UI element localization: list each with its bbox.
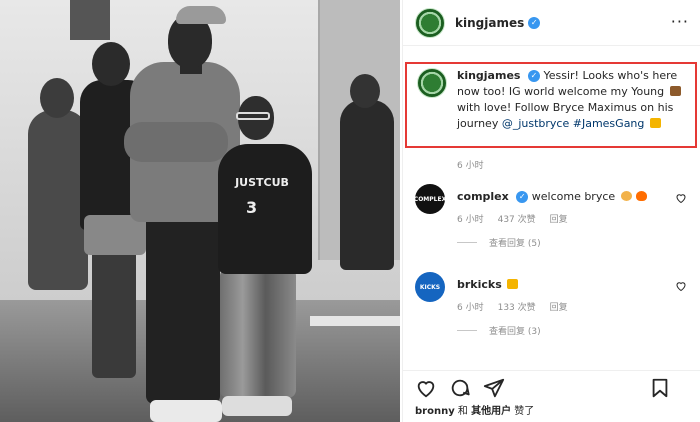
caption-avatar[interactable] [417,68,447,98]
photo-bystander-3-head [350,74,380,108]
replies-divider [457,330,477,331]
photo-bystander-1-head [40,78,74,118]
photo-boy-camo-pants [220,268,296,398]
caption-timestamp[interactable]: 6 小时 [457,158,484,171]
photo-bystander-2-head [92,42,130,86]
photo-man-crossed-arms [124,122,228,162]
comment-like-heart-icon[interactable] [675,192,687,204]
likes-others-link[interactable]: 其他用户 [471,406,511,417]
comment-body: complex ✓ welcome bryce [457,190,649,203]
post-photo[interactable]: JUSTCUB 3 [0,0,400,422]
caption-username[interactable]: kingjames [457,69,520,82]
fire-emoji-icon [635,191,647,201]
profile-avatar[interactable] [415,7,445,38]
comment-username[interactable]: brkicks [457,278,502,291]
bookmark-icon[interactable] [649,377,671,399]
comment-avatar[interactable]: KICKS [415,272,445,302]
comment-likes[interactable]: 437 次赞 [498,212,536,225]
photo-boy-shoes [222,396,292,416]
crown-emoji-icon [507,279,519,289]
comment-text: welcome bryce [531,190,616,203]
header-username[interactable]: kingjames [455,16,524,30]
post-header: kingjames ✓ ··· [403,0,700,46]
comment-reply-button[interactable]: 回复 [550,212,568,225]
comment-username[interactable]: complex [457,190,509,203]
comment-likes[interactable]: 133 次赞 [498,300,536,313]
comment-item: COMPLEX complex ✓ welcome bryce 6 小时 437… [414,184,691,264]
photo-bystander-1 [28,110,88,290]
verified-badge-icon: ✓ [516,191,529,203]
photo-hoodie-logo: JUSTCUB [235,176,289,189]
likes-username[interactable]: bronny [415,406,455,417]
photo-man-shoes [150,400,222,422]
post-side-panel: kingjames ✓ ··· kingjames ✓ Yessir! Look… [402,0,700,422]
verified-badge-icon: ✓ [527,70,540,82]
comment-avatar[interactable]: COMPLEX [414,184,446,214]
comment-reply-button[interactable]: 回复 [550,300,568,313]
crown-emoji-icon [649,118,661,128]
photo-boy-hoodie [218,144,312,274]
share-icon[interactable] [483,377,505,399]
comment-meta: 6 小时 437 次赞 回复 [457,212,568,225]
photo-man-pants [146,214,220,404]
boy-emoji-icon [669,86,681,96]
verified-badge-icon: ✓ [528,16,541,29]
likes-suffix: 赞了 [514,406,535,417]
view-replies-label: 查看回复 (3) [489,327,541,337]
replies-divider [457,242,477,243]
more-options-icon[interactable]: ··· [671,12,689,31]
photo-jersey-number: 3 [246,198,258,217]
likes-summary: bronny 和 其他用户 赞了 [415,402,534,417]
photo-bystander-3 [340,100,394,270]
heart-icon[interactable] [415,377,437,399]
photo-boy-glasses [236,112,270,120]
caption-hashtag-link[interactable]: #JamesGang [573,117,645,130]
comment-item: KICKS brkicks 6 小时 133 次赞 回复 查看回复 (3) [415,272,691,352]
view-replies-button[interactable]: 查看回复 (3) [457,324,541,337]
photo-bench [310,316,400,326]
likes-and: 和 [457,406,468,417]
clap-emoji-icon [620,191,632,201]
view-replies-label: 查看回复 (5) [489,239,541,249]
comment-like-heart-icon[interactable] [675,280,687,292]
comment-meta: 6 小时 133 次赞 回复 [457,300,568,313]
photo-man-cap [176,6,226,24]
post-action-bar [403,370,700,402]
caption-mention-link[interactable]: @_justbryce [502,117,569,130]
comment-icon[interactable] [449,377,471,399]
comment-time[interactable]: 6 小时 [457,300,484,313]
photo-hoop-post [70,0,110,40]
comment-time[interactable]: 6 小时 [457,212,484,225]
comment-body: brkicks [457,278,520,291]
caption-text: kingjames ✓ Yessir! Looks who's here now… [457,68,687,132]
view-replies-button[interactable]: 查看回复 (5) [457,236,541,249]
